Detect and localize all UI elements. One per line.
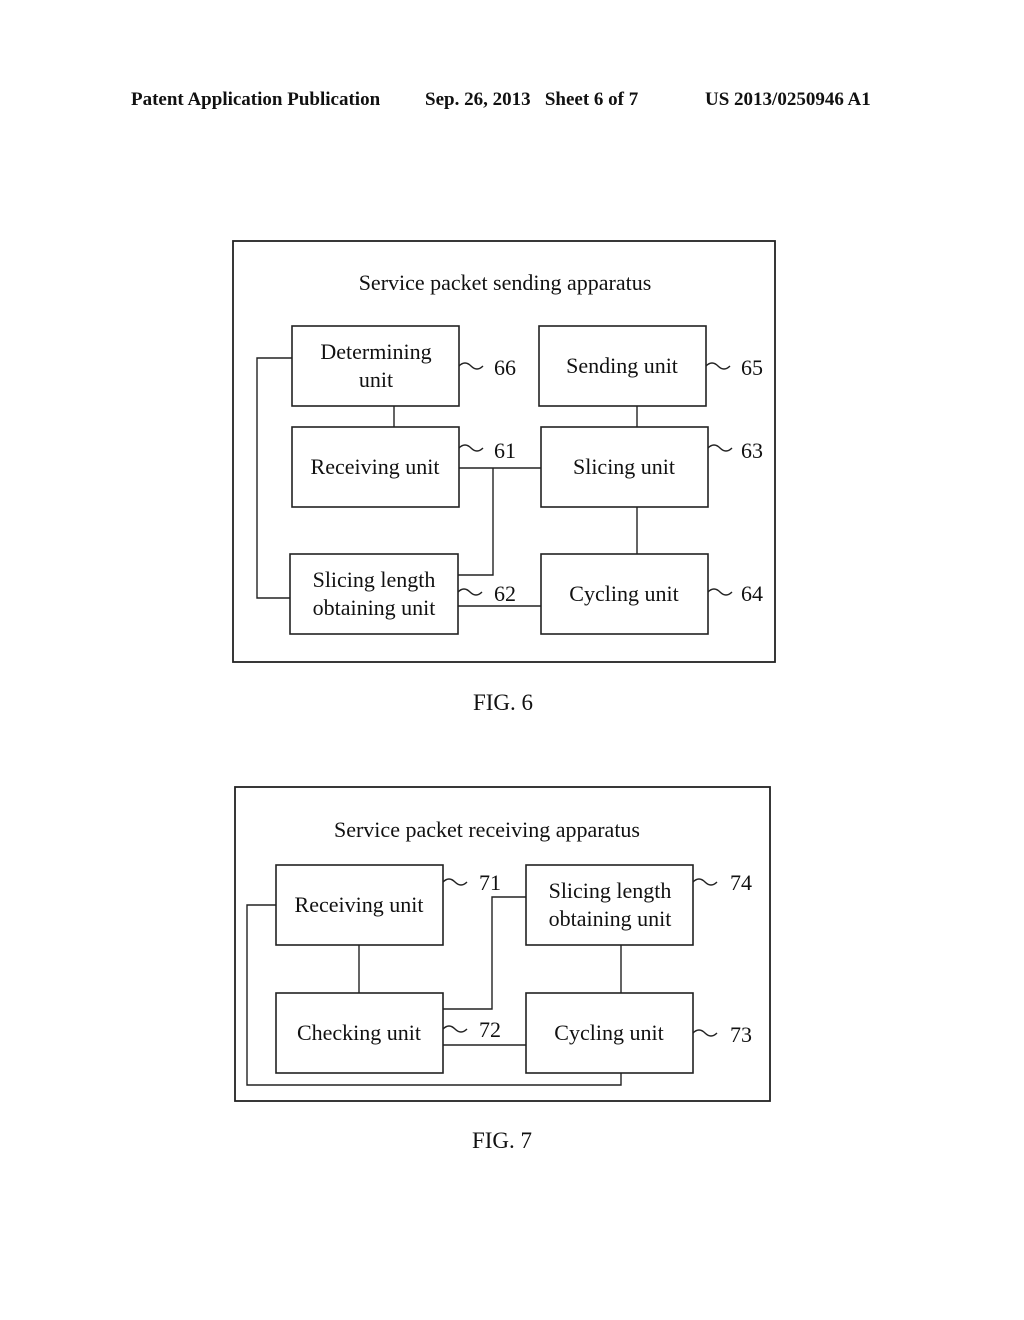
fig7-slicing-length-label-1: Slicing length	[549, 878, 672, 903]
fig6-ref-leader-icon	[705, 362, 731, 370]
fig6-ref-63: 63	[741, 438, 763, 463]
fig7-receiving-unit: Receiving unit 71	[275, 864, 501, 946]
fig7-ref-72: 72	[479, 1017, 501, 1042]
fig6-determining-label-1: Determining	[320, 339, 431, 364]
fig6-slicing-length-obtaining-unit: Slicing length obtaining unit 62	[289, 553, 516, 635]
fig7-ref-leader-icon	[692, 878, 718, 886]
fig6-ref-62: 62	[494, 581, 516, 606]
fig6-receiving-label: Receiving unit	[311, 454, 440, 479]
fig6-diagram: Service packet sending apparatus Determi…	[232, 240, 776, 715]
fig6-ref-61: 61	[494, 438, 516, 463]
figures-canvas: Service packet sending apparatus Determi…	[232, 240, 776, 1153]
fig7-ref-71: 71	[479, 870, 501, 895]
fig6-slicing-length-label-1: Slicing length	[313, 567, 436, 592]
fig6-ref-leader-icon	[707, 444, 733, 452]
fig6-determining-unit: Determining unit 66	[291, 325, 516, 407]
fig6-sending-unit: Sending unit 65	[538, 325, 763, 407]
fig6-ref-leader-icon	[457, 588, 483, 596]
fig6-determining-label-2: unit	[359, 367, 393, 392]
fig6-slicing-label: Slicing unit	[573, 454, 675, 479]
fig7-cycling-unit: Cycling unit 73	[525, 992, 752, 1074]
fig7-slicing-length-label-2: obtaining unit	[549, 906, 672, 931]
fig7-slicing-length-obtaining-unit: Slicing length obtaining unit 74	[525, 864, 752, 946]
fig7-checking-label: Checking unit	[297, 1020, 421, 1045]
fig6-ref-64: 64	[741, 581, 763, 606]
fig7-checking-unit: Checking unit 72	[275, 992, 501, 1074]
fig6-cycling-unit: Cycling unit 64	[540, 553, 763, 635]
fig6-ref-66: 66	[494, 355, 516, 380]
fig6-slicing-unit: Slicing unit 63	[540, 426, 763, 508]
fig7-diagram: Service packet receiving apparatus Recei…	[234, 786, 771, 1153]
fig7-title: Service packet receiving apparatus	[334, 817, 640, 842]
fig7-wire-checking-slicinglength	[443, 896, 526, 1010]
fig6-title: Service packet sending apparatus	[359, 270, 652, 295]
fig7-caption: FIG. 7	[472, 1128, 532, 1153]
fig7-receiving-label: Receiving unit	[295, 892, 424, 917]
fig6-ref-leader-icon	[458, 444, 484, 452]
fig7-ref-leader-icon	[442, 1025, 468, 1033]
fig7-ref-73: 73	[730, 1022, 752, 1047]
fig6-wire-junction-slicinglength	[458, 468, 494, 576]
fig7-cycling-label: Cycling unit	[554, 1020, 663, 1045]
fig7-ref-leader-icon	[442, 878, 468, 886]
fig7-ref-74: 74	[730, 870, 752, 895]
fig6-receiving-unit: Receiving unit 61	[291, 426, 516, 508]
fig6-caption: FIG. 6	[473, 690, 533, 715]
fig6-ref-leader-icon	[707, 588, 733, 596]
fig7-ref-leader-icon	[692, 1029, 718, 1037]
fig6-ref-65: 65	[741, 355, 763, 380]
fig6-sending-label: Sending unit	[566, 353, 678, 378]
fig6-slicing-length-label-2: obtaining unit	[313, 595, 436, 620]
fig6-cycling-label: Cycling unit	[569, 581, 678, 606]
fig6-wire-determining-slicinglength	[256, 357, 292, 599]
fig6-ref-leader-icon	[458, 362, 484, 370]
